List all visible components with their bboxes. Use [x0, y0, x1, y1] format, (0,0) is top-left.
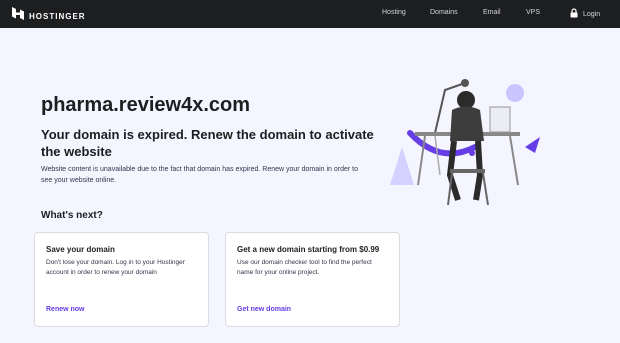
domain-name: pharma.review4x.com — [41, 94, 250, 116]
whats-next-heading: What's next? — [41, 210, 103, 221]
nav-email[interactable]: Email — [483, 9, 501, 16]
card-title: Save your domain — [46, 245, 115, 254]
login-button[interactable]: Login — [570, 8, 600, 20]
top-navigation-bar: HOSTINGER Hosting Domains Email VPS Logi… — [0, 0, 620, 28]
expired-headline: Your domain is expired. Renew the domain… — [41, 127, 374, 159]
get-new-domain-link[interactable]: Get new domain — [237, 306, 291, 313]
person-at-desk-illustration — [380, 75, 555, 215]
card-text: Don't lose your domain. Log in to your H… — [46, 259, 185, 276]
new-domain-card: Get a new domain starting from $0.99 Use… — [225, 232, 400, 327]
nav-hosting[interactable]: Hosting — [382, 9, 406, 16]
card-title: Get a new domain starting from $0.99 — [237, 245, 380, 254]
nav-vps[interactable]: VPS — [526, 9, 540, 16]
hostinger-logo-icon — [12, 7, 24, 25]
card-text: Use our domain checker tool to find the … — [237, 259, 372, 276]
login-label: Login — [583, 10, 601, 18]
renew-now-link[interactable]: Renew now — [46, 306, 85, 313]
lock-icon — [570, 8, 578, 20]
logo-text: HOSTINGER — [29, 11, 86, 21]
hostinger-logo[interactable]: HOSTINGER — [12, 7, 86, 25]
expired-description: Website content is unavailable due to th… — [41, 166, 359, 184]
save-domain-card: Save your domain Don't lose your domain.… — [34, 232, 209, 327]
nav-domains[interactable]: Domains — [430, 9, 458, 16]
